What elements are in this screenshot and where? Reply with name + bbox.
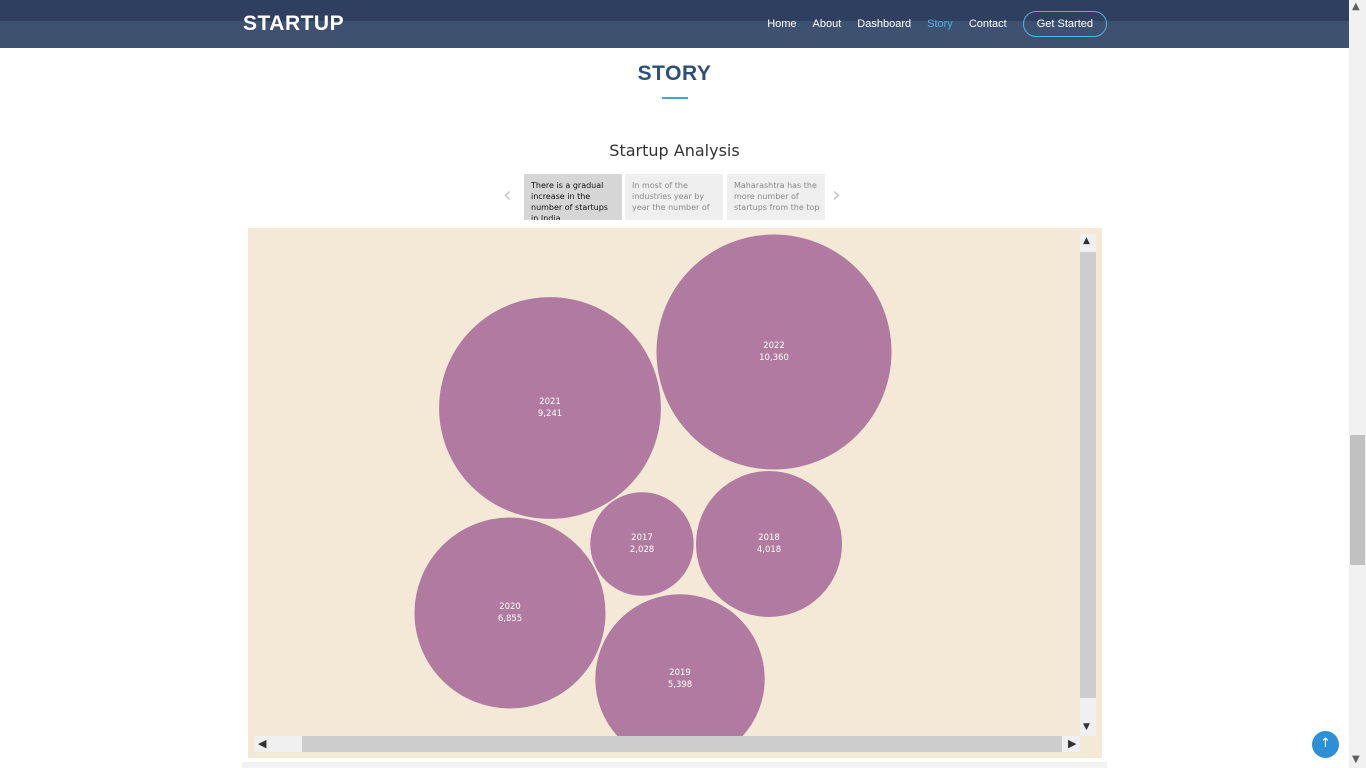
bubble-circle[interactable]: [413, 516, 607, 710]
bubble-circle[interactable]: [695, 470, 843, 618]
bubble-value-label: 9,241: [538, 409, 562, 419]
header-top-strip: [0, 0, 1349, 21]
title-underline: [662, 97, 688, 99]
bubble-value-label: 4,018: [757, 545, 781, 555]
bubble-2017[interactable]: 2017 2,028: [589, 491, 695, 597]
story-point-2[interactable]: In most of the industries year by year t…: [625, 174, 723, 220]
bubble-2022[interactable]: 2022 10,360: [655, 233, 893, 471]
bubble-2019[interactable]: 2019 5,398: [594, 593, 766, 736]
bubble-circle[interactable]: [589, 491, 695, 597]
chevron-down-icon[interactable]: ▼: [1083, 722, 1090, 732]
page-scrollbar-thumb[interactable]: [1350, 435, 1365, 565]
bubble-chart: 2017 2,028 2018 4,018 2019 5,398 2020 6,855 2021…: [413, 233, 893, 736]
bubble-year-label: 2017: [631, 533, 653, 543]
viz-horizontal-scrollbar[interactable]: ◀ ▶: [254, 736, 1080, 752]
nav-dashboard[interactable]: Dashboard: [857, 18, 911, 30]
bubble-value-label: 6,855: [498, 614, 522, 624]
story-point-3[interactable]: Maharashtra has the more number of start…: [727, 174, 825, 220]
bubble-year-label: 2019: [669, 668, 691, 678]
bubble-circle[interactable]: [655, 233, 893, 471]
scroll-down-icon[interactable]: ▼: [1352, 754, 1360, 765]
story-title: Startup Analysis: [609, 141, 740, 160]
chevron-right-icon[interactable]: ›: [832, 185, 841, 207]
viz-vertical-thumb[interactable]: [1080, 252, 1096, 698]
bubble-chart-viz: 2017 2,028 2018 4,018 2019 5,398 2020 6,855 2021…: [248, 228, 1102, 758]
chevron-left-icon[interactable]: ‹: [503, 185, 512, 207]
bubble-2018[interactable]: 2018 4,018: [695, 470, 843, 618]
main-nav: Home About Dashboard Story Contact Get S…: [751, 11, 1107, 37]
bubble-value-label: 10,360: [759, 353, 789, 363]
bubble-year-label: 2022: [763, 341, 785, 351]
nav-story[interactable]: Story: [927, 18, 953, 30]
bubble-year-label: 2018: [758, 533, 780, 543]
bubble-circle[interactable]: [594, 593, 766, 736]
bubble-2021[interactable]: 2021 9,241: [438, 296, 662, 520]
nav-contact[interactable]: Contact: [969, 18, 1007, 30]
top-navbar: STARTUP Home About Dashboard Story Conta…: [0, 0, 1349, 48]
site-logo[interactable]: STARTUP: [243, 12, 344, 36]
chevron-left-icon[interactable]: ◀: [258, 737, 266, 750]
get-started-button[interactable]: Get Started: [1022, 11, 1107, 37]
story-point-1[interactable]: There is a gradual increase in the numbe…: [524, 174, 622, 220]
page-scrollbar[interactable]: ▲ ▼: [1349, 0, 1366, 768]
viz-toolbar-strip: [242, 762, 1107, 768]
bubble-year-label: 2021: [539, 397, 561, 407]
chevron-right-icon[interactable]: ▶: [1068, 737, 1076, 750]
scroll-up-icon[interactable]: ▲: [1352, 1, 1360, 12]
bubble-circle[interactable]: [438, 296, 662, 520]
viz-vertical-scrollbar[interactable]: ▲ ▼: [1080, 234, 1096, 736]
bubble-value-label: 5,398: [668, 680, 692, 690]
nav-about[interactable]: About: [813, 18, 842, 30]
back-to-top-button[interactable]: ↑: [1312, 731, 1339, 758]
nav-home[interactable]: Home: [767, 18, 796, 30]
bubble-year-label: 2020: [499, 602, 521, 612]
bubble-2020[interactable]: 2020 6,855: [413, 516, 607, 710]
bubble-value-label: 2,028: [630, 545, 654, 555]
section-title: STORY: [637, 62, 712, 85]
chevron-up-icon[interactable]: ▲: [1083, 236, 1090, 246]
viz-horizontal-thumb[interactable]: [302, 736, 1062, 752]
